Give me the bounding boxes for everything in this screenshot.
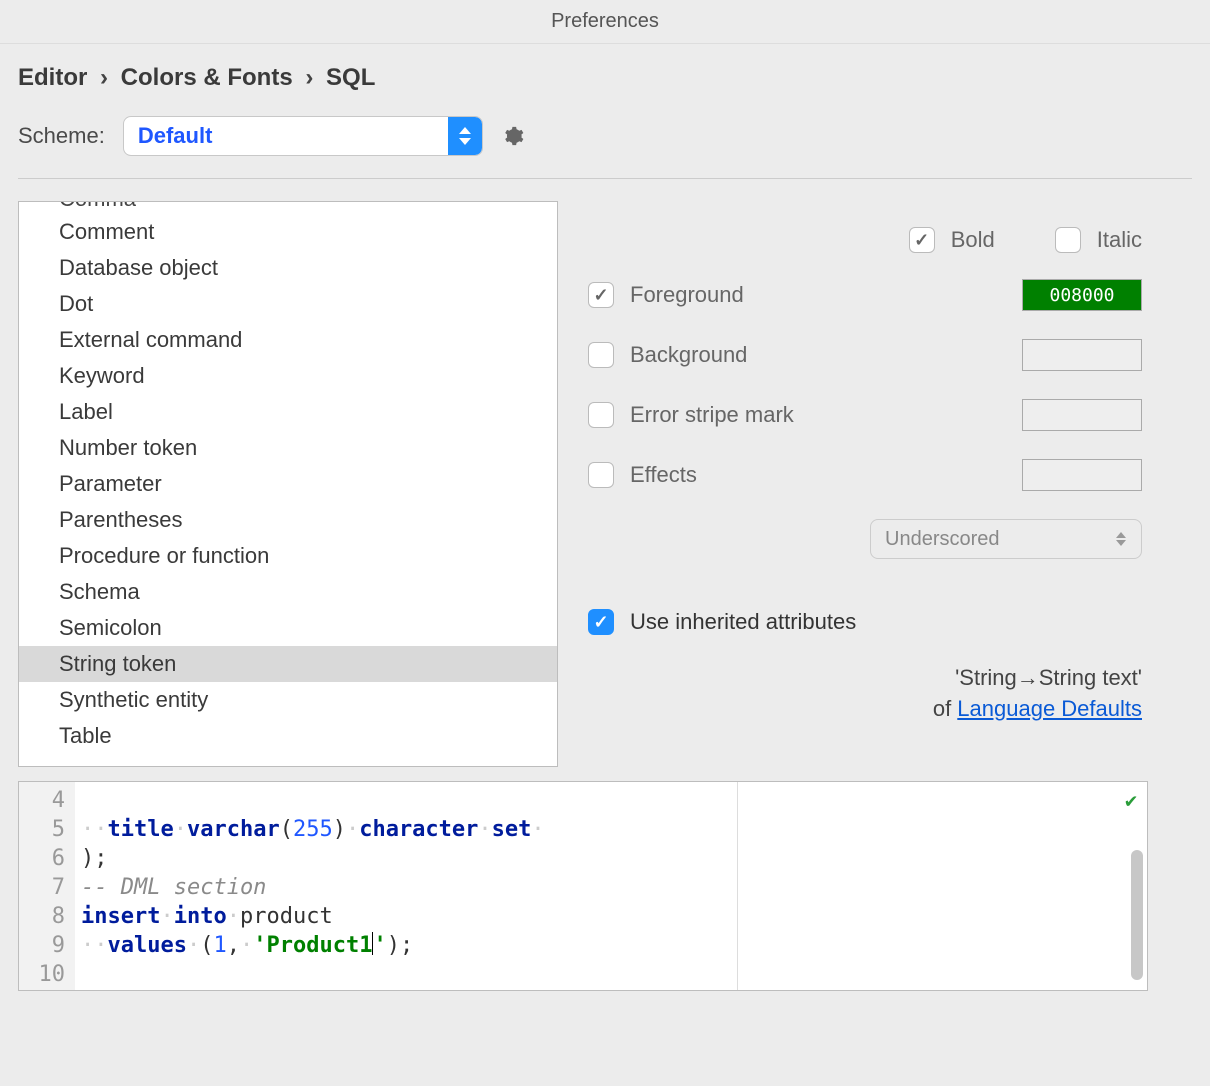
token-list[interactable]: Comma Comment Database object Dot Extern… <box>18 201 558 767</box>
list-item[interactable]: Semicolon <box>19 610 557 646</box>
error-stripe-checkbox[interactable] <box>588 402 614 428</box>
italic-checkbox[interactable] <box>1055 227 1081 253</box>
foreground-label: Foreground <box>630 282 1006 308</box>
breadcrumb-sql: SQL <box>326 64 375 91</box>
list-item[interactable]: Table <box>19 718 557 754</box>
language-defaults-link[interactable]: Language Defaults <box>957 696 1142 721</box>
list-item[interactable]: Schema <box>19 574 557 610</box>
attributes-panel: Bold Italic Foreground 008000 Background <box>588 201 1192 767</box>
list-item[interactable]: Parentheses <box>19 502 557 538</box>
background-color-swatch[interactable] <box>1022 339 1142 371</box>
list-item[interactable]: Label <box>19 394 557 430</box>
checkmark-icon: ✔ <box>1125 788 1137 812</box>
list-item[interactable]: Number token <box>19 430 557 466</box>
preview-side-panel: ✔ <box>737 782 1147 990</box>
foreground-color-swatch[interactable]: 008000 <box>1022 279 1142 311</box>
use-inherited-checkbox[interactable] <box>588 609 614 635</box>
effects-checkbox[interactable] <box>588 462 614 488</box>
list-item[interactable]: Comma <box>19 201 557 214</box>
list-item[interactable]: External command <box>19 322 557 358</box>
scrollbar-thumb[interactable] <box>1131 850 1143 980</box>
scheme-select-value: Default <box>124 117 448 155</box>
breadcrumb-editor[interactable]: Editor <box>18 64 87 91</box>
scheme-label: Scheme: <box>18 123 105 149</box>
background-checkbox[interactable] <box>588 342 614 368</box>
error-stripe-color-swatch[interactable] <box>1022 399 1142 431</box>
chevron-updown-icon <box>448 117 482 155</box>
list-item[interactable]: Synthetic entity <box>19 682 557 718</box>
use-inherited-label: Use inherited attributes <box>630 609 1142 635</box>
breadcrumb-colors-fonts[interactable]: Colors & Fonts <box>121 64 293 91</box>
code-preview: 45678910 ··title·varchar(255)·character·… <box>18 781 1148 991</box>
breadcrumb: Editor › Colors & Fonts › SQL <box>18 64 1192 92</box>
breadcrumb-separator: › <box>100 64 108 91</box>
effects-label: Effects <box>630 462 1006 488</box>
code-area[interactable]: ··title·varchar(255)·character·set· ); -… <box>75 782 737 990</box>
effects-style-value: Underscored <box>885 528 1000 551</box>
error-stripe-label: Error stripe mark <box>630 402 1006 428</box>
window-title: Preferences <box>0 0 1210 44</box>
breadcrumb-separator: › <box>305 64 313 91</box>
list-item[interactable]: Database object <box>19 250 557 286</box>
effects-style-select[interactable]: Underscored <box>870 519 1142 559</box>
list-item[interactable]: Dot <box>19 286 557 322</box>
effects-color-swatch[interactable] <box>1022 459 1142 491</box>
divider <box>18 178 1192 179</box>
foreground-checkbox[interactable] <box>588 282 614 308</box>
chevron-updown-icon <box>1115 532 1127 546</box>
list-item-selected[interactable]: String token <box>19 646 557 682</box>
background-label: Background <box>630 342 1006 368</box>
inherited-path-text: 'String→String text' of Language Default… <box>588 663 1142 725</box>
line-gutter: 45678910 <box>19 782 75 990</box>
list-item[interactable]: Keyword <box>19 358 557 394</box>
list-item[interactable]: Comment <box>19 214 557 250</box>
gear-icon[interactable] <box>501 124 525 148</box>
list-item[interactable]: Parameter <box>19 466 557 502</box>
scheme-select[interactable]: Default <box>123 116 483 156</box>
bold-checkbox[interactable] <box>909 227 935 253</box>
bold-label: Bold <box>951 227 995 253</box>
list-item[interactable]: Procedure or function <box>19 538 557 574</box>
italic-label: Italic <box>1097 227 1142 253</box>
